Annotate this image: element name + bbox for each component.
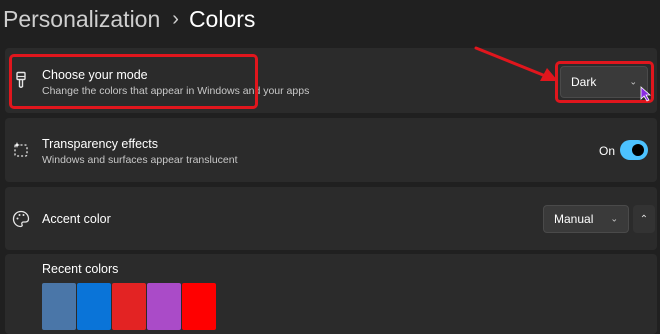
breadcrumb-parent[interactable]: Personalization <box>3 6 160 33</box>
toggle-knob <box>632 144 644 156</box>
color-swatch-5[interactable] <box>182 283 216 330</box>
transparency-title: Transparency effects <box>42 137 159 151</box>
recent-colors-swatches <box>42 283 216 330</box>
chevron-down-icon: ⌄ <box>610 213 618 224</box>
page-title: Colors <box>188 5 256 32</box>
breadcrumb: Personalization › Colors <box>3 2 255 36</box>
accent-dropdown-value: Manual <box>554 212 594 226</box>
color-swatch-3[interactable] <box>112 283 146 330</box>
accent-title: Accent color <box>42 212 111 226</box>
accent-dropdown[interactable]: Manual ⌄ <box>543 205 629 233</box>
transparency-description: Windows and surfaces appear translucent <box>42 154 238 166</box>
chevron-up-icon: ⌃ <box>639 213 649 225</box>
accent-expand-button[interactable]: ⌃ <box>633 205 655 233</box>
transparency-toggle[interactable] <box>620 140 648 160</box>
sparkle-icon <box>14 142 28 157</box>
recent-colors-title: Recent colors <box>42 262 119 276</box>
color-swatch-4[interactable] <box>147 283 181 330</box>
color-swatch-1[interactable] <box>42 283 76 330</box>
arrow-annotation-icon <box>474 46 558 81</box>
color-swatch-2[interactable] <box>77 283 111 330</box>
palette-icon <box>12 210 30 228</box>
transparency-state-label: On <box>599 144 616 158</box>
mode-highlight-box <box>9 54 258 109</box>
breadcrumb-separator: › <box>172 7 179 30</box>
mouse-pointer-icon <box>640 86 652 102</box>
